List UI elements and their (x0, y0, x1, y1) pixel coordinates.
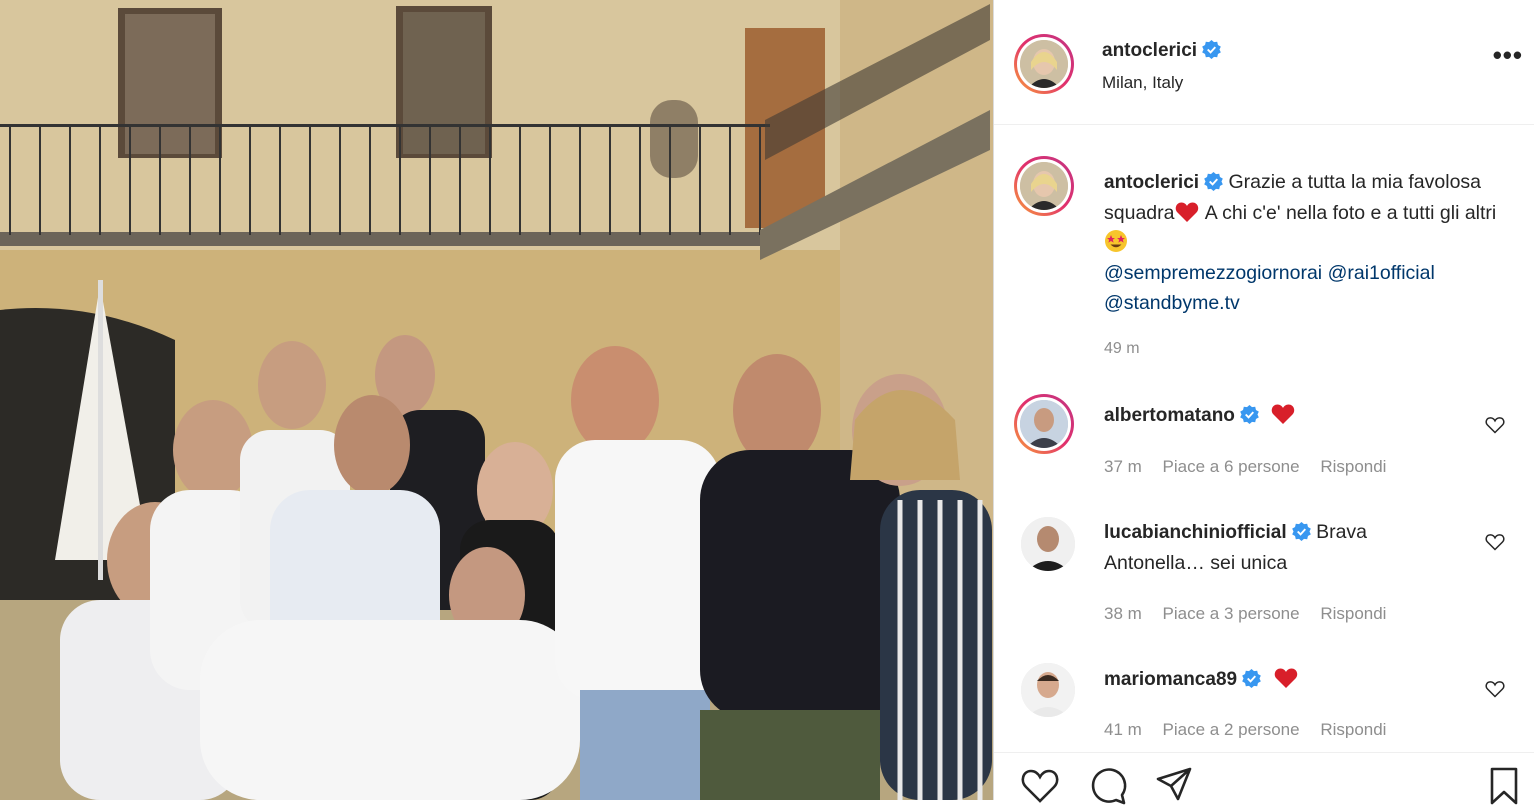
verified-badge-icon (1291, 522, 1311, 541)
comment-likes[interactable]: Piace a 2 persone (1163, 720, 1300, 738)
bookmark-icon[interactable] (1484, 765, 1524, 805)
mention-standbyme[interactable]: @standbyme.tv (1104, 292, 1240, 314)
comment-meta: 41 m Piace a 2 persone Rispondi (1104, 720, 1402, 738)
comment-time[interactable]: 38 m (1104, 604, 1142, 623)
comment-like-heart-icon[interactable] (1485, 415, 1505, 435)
post-caption: antoclerici Grazie a tutta la mia favolo… (1104, 167, 1514, 318)
caption-author-avatar[interactable] (1014, 156, 1074, 216)
comment-time[interactable]: 41 m (1104, 720, 1142, 738)
post-actions-bar (994, 752, 1534, 805)
comment-meta: 38 m Piace a 3 persone Rispondi (1104, 604, 1402, 624)
verified-badge-icon (1240, 405, 1259, 424)
red-heart-emoji-icon (1274, 668, 1297, 688)
star-struck-emoji-icon (1105, 230, 1127, 252)
comment-likes[interactable]: Piace a 6 persone (1163, 457, 1300, 476)
author-avatar[interactable] (1014, 34, 1074, 94)
heart-icon[interactable] (1020, 765, 1060, 805)
comment-meta: 37 m Piace a 6 persone Rispondi (1104, 457, 1402, 477)
comment-reply-button[interactable]: Rispondi (1320, 604, 1386, 623)
post-side-panel: antoclerici Milan, Italy ••• antoclerici… (993, 0, 1534, 805)
comment-time[interactable]: 37 m (1104, 457, 1142, 476)
post-location[interactable]: Milan, Italy (1102, 73, 1183, 93)
mention-rai1official[interactable]: @rai1official (1328, 262, 1435, 284)
more-options-icon[interactable]: ••• (1493, 42, 1523, 68)
group-photo-image (0, 0, 993, 800)
comment-likes[interactable]: Piace a 3 persone (1163, 604, 1300, 623)
comment-reply-button[interactable]: Rispondi (1320, 457, 1386, 476)
comment-like-heart-icon[interactable] (1485, 679, 1505, 699)
comment-lucabianchiniofficial: lucabianchiniofficial Brava Antonella… s… (1104, 517, 1464, 578)
caption-text-part2: A chi c'e' nella foto e a tutti gli altr… (1200, 202, 1497, 224)
comment-icon[interactable] (1088, 765, 1128, 805)
caption-username[interactable]: antoclerici (1104, 172, 1199, 193)
comment-username[interactable]: albertomatano (1104, 405, 1235, 426)
comment-avatar-lucabianchiniofficial[interactable] (1021, 517, 1075, 571)
comment-mariomanca89: mariomanca89 (1104, 664, 1464, 695)
red-heart-emoji-icon (1272, 404, 1295, 424)
verified-badge-icon (1204, 172, 1223, 191)
comment-avatar-mariomanca89[interactable] (1021, 663, 1075, 717)
red-heart-emoji-icon (1176, 202, 1199, 222)
verified-badge-icon (1242, 669, 1261, 688)
verified-badge-icon (1202, 40, 1221, 59)
comment-username[interactable]: mariomanca89 (1104, 669, 1237, 690)
comment-reply-button[interactable]: Rispondi (1320, 720, 1386, 738)
post-header: antoclerici Milan, Italy ••• (994, 0, 1534, 125)
mention-sempremezzogiornorai[interactable]: @sempremezzogiornorai (1104, 262, 1322, 284)
author-username[interactable]: antoclerici (1102, 40, 1197, 61)
comment-like-heart-icon[interactable] (1485, 532, 1505, 552)
caption-time[interactable]: 49 m (1104, 340, 1140, 358)
comment-albertomatano: albertomatano (1104, 400, 1464, 431)
comment-username[interactable]: lucabianchiniofficial (1104, 522, 1287, 543)
share-icon[interactable] (1154, 765, 1194, 805)
comment-avatar-albertomatano[interactable] (1014, 394, 1074, 454)
post-photo[interactable] (0, 0, 993, 800)
